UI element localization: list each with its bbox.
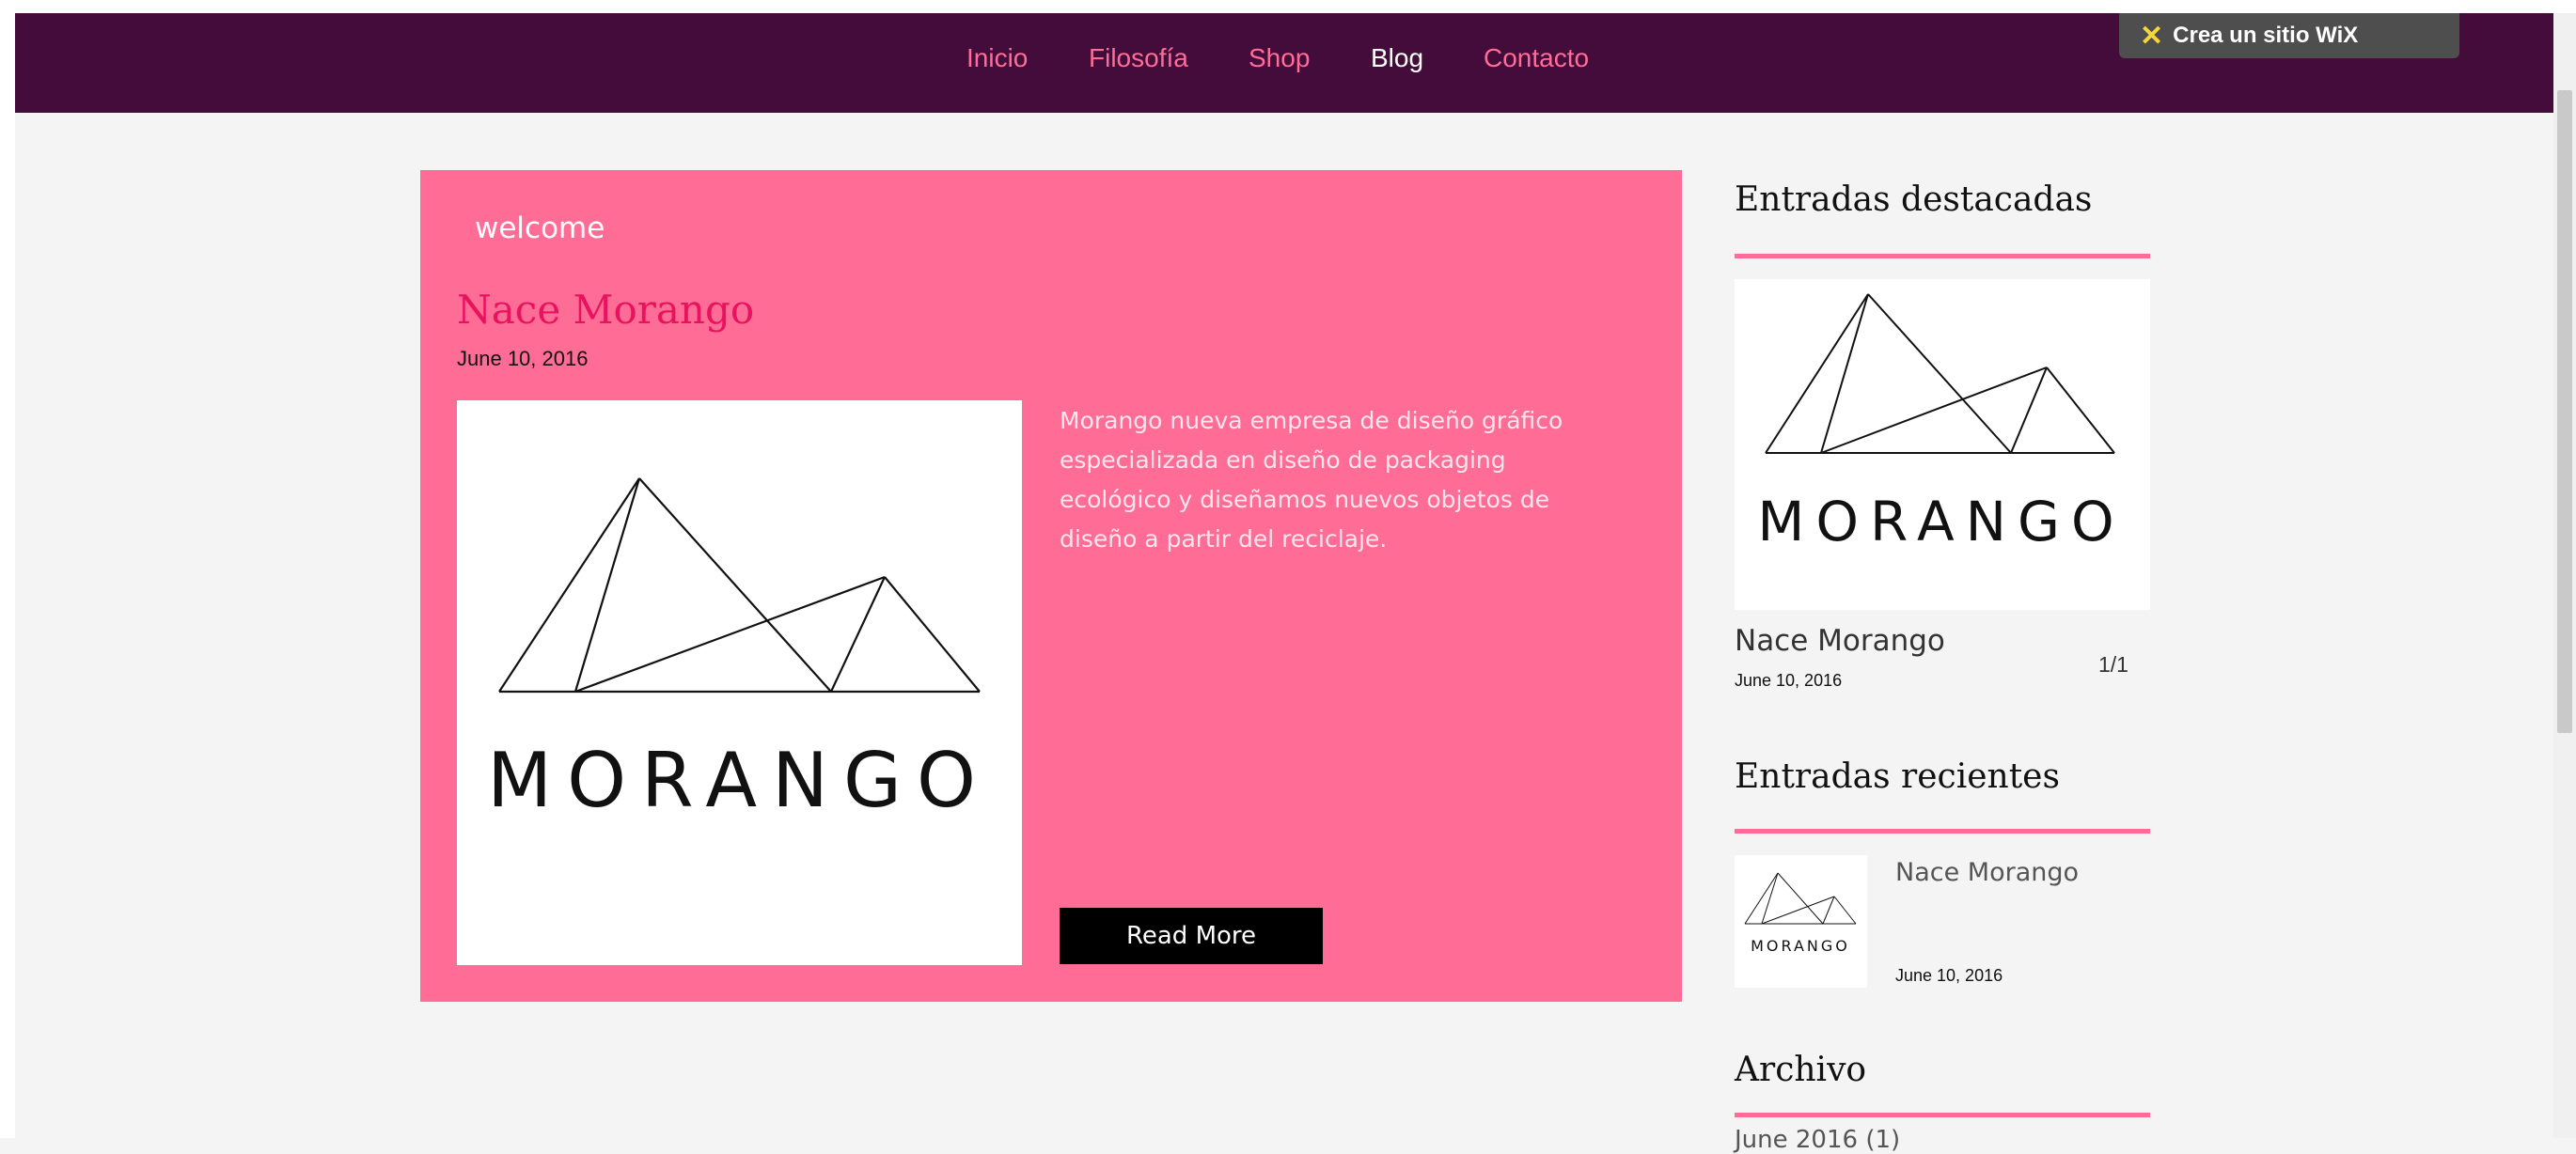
wix-banner[interactable]: ✕ Crea un sitio WiX	[2119, 13, 2459, 58]
archive-heading: Archivo	[1735, 1051, 1867, 1089]
read-more-button[interactable]: Read More	[1060, 908, 1323, 964]
nav-item-contacto[interactable]: Contacto	[1484, 43, 1589, 73]
post-date: June 10, 2016	[457, 347, 589, 370]
recent-post-date: June 10, 2016	[1895, 966, 2003, 985]
featured-post-date: June 10, 2016	[1735, 671, 1843, 690]
archive-divider	[1735, 1113, 2150, 1117]
featured-logo-text: MORANGO	[1757, 490, 2125, 554]
featured-post-title[interactable]: Nace Morango	[1735, 624, 1945, 658]
scrollbar-thumb[interactable]	[2557, 90, 2572, 733]
morango-logo: MORANGO	[487, 477, 991, 824]
nav-item-filosofia[interactable]: Filosofía	[1089, 43, 1188, 73]
post-category[interactable]: welcome	[475, 211, 605, 245]
recent-logo-text: MORANGO	[1751, 937, 1850, 955]
archive-item[interactable]: June 2016 (1)	[1735, 1126, 1900, 1154]
wix-x-icon: ✕	[2140, 20, 2164, 52]
left-strip	[0, 0, 15, 1138]
recent-morango-logo: MORANGO	[1744, 872, 1857, 955]
featured-page-count: 1/1	[2098, 652, 2128, 677]
featured-post-image[interactable]: MORANGO	[1735, 279, 2150, 610]
post-excerpt: Morango nueva empresa de diseño gráfico …	[1060, 407, 1563, 553]
wix-banner-label: Crea un sitio WiX	[2173, 23, 2359, 48]
post-image[interactable]: MORANGO	[457, 400, 1022, 965]
post-title[interactable]: Nace Morango	[457, 287, 754, 333]
recent-heading: Entradas recientes	[1735, 757, 2060, 796]
recent-post-title[interactable]: Nace Morango	[1895, 858, 2079, 887]
featured-heading: Entradas destacadas	[1735, 180, 2093, 219]
post-logo-text: MORANGO	[487, 737, 991, 824]
recent-post-thumbnail[interactable]: MORANGO	[1735, 855, 1867, 988]
top-strip	[0, 0, 2576, 13]
recent-divider	[1735, 829, 2150, 834]
blog-post-card[interactable]: welcome Nace Morango June 10, 2016 MORAN…	[420, 170, 1682, 1002]
nav-item-inicio[interactable]: Inicio	[966, 43, 1028, 73]
featured-morango-logo: MORANGO	[1757, 293, 2125, 554]
featured-divider	[1735, 254, 2150, 258]
nav-item-blog[interactable]: Blog	[1371, 43, 1423, 73]
nav-item-shop[interactable]: Shop	[1249, 43, 1310, 73]
